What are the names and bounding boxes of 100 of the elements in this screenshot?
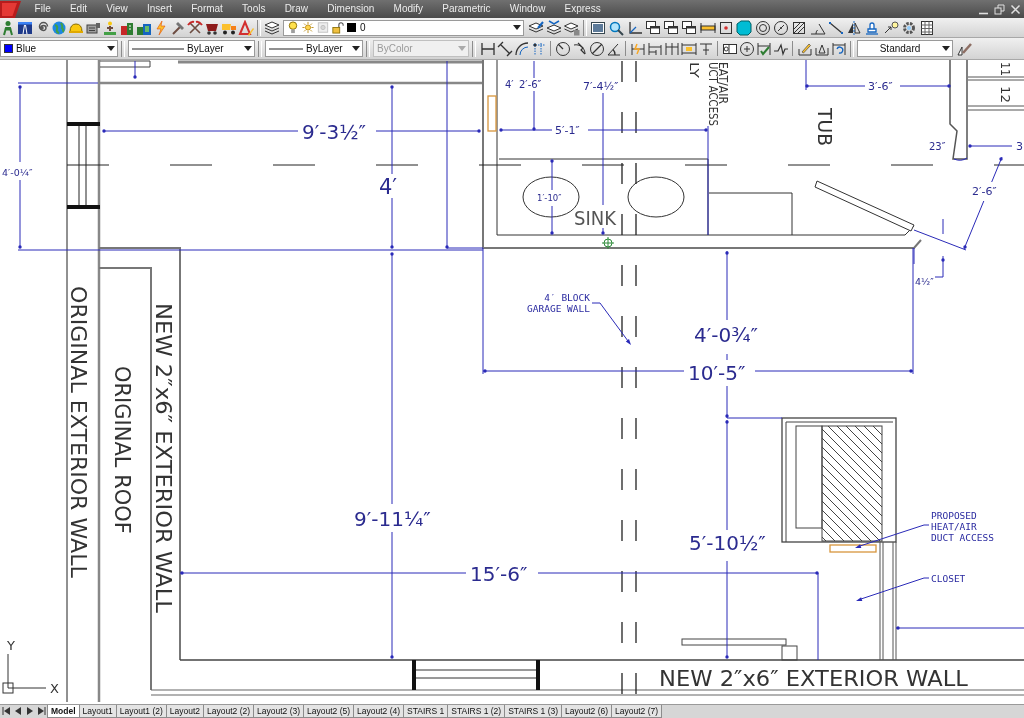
previous-tab-icon[interactable] <box>13 706 23 716</box>
overlapping-windows-icon[interactable] <box>663 19 680 36</box>
overlapping-windows-icon[interactable] <box>644 19 661 36</box>
layout-tab[interactable]: Layout2 (4) <box>353 705 405 718</box>
first-tab-icon[interactable] <box>1 706 11 716</box>
room-label: TUB <box>812 108 837 146</box>
continue-dimension-icon[interactable] <box>663 40 680 57</box>
center-mark-icon[interactable] <box>738 40 755 57</box>
layout-tab[interactable]: Layout1 <box>78 705 117 718</box>
caret-icon[interactable] <box>513 25 521 30</box>
aligned-dimension-icon[interactable] <box>496 40 513 57</box>
crossed-tools-icon[interactable] <box>187 19 203 36</box>
grid-icon[interactable] <box>919 19 936 36</box>
last-tab-icon[interactable] <box>37 706 47 716</box>
room-label: SINK <box>574 206 616 230</box>
update-dimension-icon[interactable] <box>830 40 847 57</box>
menu-item[interactable]: Dimension <box>317 0 384 18</box>
layout-tab[interactable]: Layout2 (2) <box>203 705 255 718</box>
note-text: LY <box>687 62 702 78</box>
hatch-icon[interactable] <box>791 19 808 36</box>
mirror-icon[interactable] <box>846 19 863 36</box>
lineweight-dropdown[interactable]: ByLayer <box>265 40 363 57</box>
road-sign-icon[interactable] <box>17 19 33 36</box>
layout-tab[interactable]: Layout2 (6) <box>561 705 613 718</box>
gear-icon[interactable] <box>901 19 918 36</box>
stamp-icon[interactable] <box>864 19 881 36</box>
dimension-style-dropdown[interactable]: Standard <box>857 40 953 57</box>
dimension-text: 23″ <box>929 141 946 152</box>
menu-item[interactable]: Window <box>500 0 555 18</box>
ucs-icon <box>2 653 47 694</box>
menu-item[interactable]: Format <box>181 0 233 18</box>
layout-tab[interactable]: Layout2 (3) <box>253 705 305 718</box>
layer-dropdown[interactable]: 0 <box>283 19 524 36</box>
menu-item[interactable]: View <box>96 0 138 18</box>
lightbulb-icon[interactable] <box>287 21 299 34</box>
caret-icon[interactable] <box>352 46 360 51</box>
caret-icon[interactable] <box>942 46 950 51</box>
square-circle-icon <box>317 21 329 34</box>
overlapping-windows-icon[interactable] <box>681 19 698 36</box>
close-icon[interactable] <box>1010 3 1021 15</box>
menu-item[interactable]: Modify <box>384 0 433 18</box>
access-panel <box>487 95 497 132</box>
menu-item[interactable]: Insert <box>137 0 182 18</box>
picture-icon[interactable] <box>590 19 606 36</box>
layout-tab[interactable]: STAIRS 1 (3) <box>504 705 563 718</box>
menu-item[interactable]: Draw <box>275 0 318 18</box>
dimension-line <box>133 60 137 79</box>
stick-figure-icon[interactable] <box>102 19 118 36</box>
hammer-icon[interactable] <box>170 19 186 36</box>
diameter-dimension-icon[interactable] <box>588 40 605 57</box>
open-lock-icon[interactable] <box>332 21 344 34</box>
next-tab-icon[interactable] <box>25 706 35 716</box>
axes-icon[interactable] <box>626 19 643 36</box>
menu-item[interactable]: File <box>25 0 61 18</box>
menu-item[interactable]: Edit <box>60 0 97 18</box>
dimension-text: 15′-6″ <box>470 562 528 586</box>
dimension-text: 3 <box>1016 140 1023 153</box>
triangle-pencil-icon[interactable] <box>238 19 254 36</box>
menu-item[interactable]: Express <box>554 0 611 18</box>
dimension-space-icon[interactable] <box>680 40 697 57</box>
layers-icon[interactable] <box>264 19 280 36</box>
dimension-text: 10′-5″ <box>688 361 746 385</box>
circle-slash-icon[interactable] <box>772 19 789 36</box>
radius-dimension-icon[interactable] <box>554 40 571 57</box>
wall-label: NEW 2″x6″ EXTERIOR WALL <box>151 303 177 613</box>
layers-arrow-icon[interactable] <box>546 19 562 36</box>
dimension-text: 7′-4½″ <box>583 80 619 93</box>
linear-dimension-icon[interactable] <box>479 40 496 57</box>
layout-tab[interactable]: Model <box>47 705 80 718</box>
ordinate-dimension-icon[interactable] <box>530 40 547 57</box>
color-dropdown[interactable]: Blue <box>0 40 118 57</box>
layout-tab[interactable]: Layout2 (5) <box>303 705 355 718</box>
sink-basin <box>627 176 685 218</box>
layout-tab[interactable]: STAIRS 1 <box>403 705 449 718</box>
layout-tab[interactable]: Layout2 (7) <box>611 705 663 718</box>
dimension-text: 5′-10½″ <box>689 531 766 555</box>
menu-item[interactable]: Parametric <box>432 0 501 18</box>
concentric-circles-icon[interactable] <box>754 19 771 36</box>
restore-icon[interactable] <box>994 3 1005 15</box>
globe-icon[interactable] <box>51 19 67 36</box>
layers-square-icon[interactable] <box>564 19 580 36</box>
stair-number: 11 <box>997 62 1013 76</box>
layout-tab[interactable]: Layout1 (2) <box>115 705 167 718</box>
linetype-dropdown[interactable]: ByLayer <box>128 40 255 57</box>
caret-icon[interactable] <box>244 46 252 51</box>
sun-icon[interactable] <box>302 21 314 34</box>
inspect-dimension-icon[interactable] <box>755 40 772 57</box>
caret-icon[interactable] <box>107 46 115 51</box>
line-icon[interactable] <box>827 19 844 36</box>
octagon-icon[interactable] <box>736 19 753 36</box>
person-icon[interactable] <box>0 19 16 36</box>
axis-label: X <box>50 681 59 696</box>
arrow-bulb-icon[interactable] <box>882 19 899 36</box>
arc-dimension-icon[interactable] <box>513 40 530 57</box>
jogged-radius-icon[interactable] <box>571 40 588 57</box>
baseline-dimension-icon[interactable] <box>646 40 663 57</box>
menu-item[interactable]: Tools <box>232 0 276 18</box>
layout-tab[interactable]: STAIRS 1 (2) <box>447 705 506 718</box>
magnifier-icon[interactable] <box>608 19 625 36</box>
dimension-text: 2′-6″ <box>519 79 542 90</box>
